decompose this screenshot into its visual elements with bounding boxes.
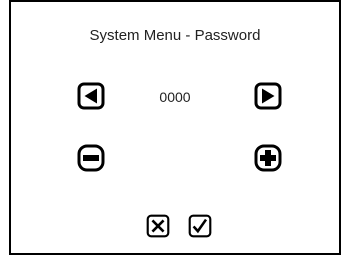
right-arrow-icon (254, 82, 282, 110)
next-digit-button[interactable] (254, 82, 282, 110)
password-value: 0000 (159, 89, 191, 105)
x-icon (146, 214, 170, 238)
plus-icon (254, 144, 282, 172)
dialog-frame: System Menu - Password 0000 (9, 0, 341, 255)
decrement-button[interactable] (77, 144, 105, 172)
check-icon (188, 214, 212, 238)
cancel-button[interactable] (146, 214, 170, 238)
increment-button[interactable] (254, 144, 282, 172)
page-title: System Menu - Password (89, 27, 261, 44)
minus-icon (77, 144, 105, 172)
confirm-button[interactable] (188, 214, 212, 238)
